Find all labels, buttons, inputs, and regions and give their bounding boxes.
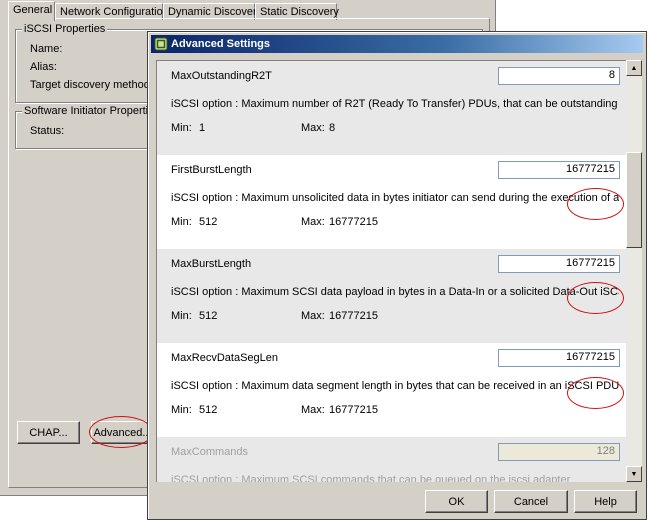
max-label: Max: — [301, 310, 325, 322]
max-recv-data-seg-len-input[interactable]: 16777215 — [498, 349, 620, 367]
iscsi-properties-title: iSCSI Properties — [22, 23, 108, 35]
min-value: 512 — [199, 216, 218, 228]
advanced-settings-dialog: Advanced Settings MaxOutstandingR2T 8 iS… — [147, 31, 647, 520]
setting-name: MaxCommands — [171, 446, 249, 458]
dialog-title: Advanced Settings — [171, 38, 271, 50]
min-label: Min: — [171, 122, 192, 134]
min-value: 512 — [199, 404, 218, 416]
min-label: Min: — [171, 404, 192, 416]
min-value: 1 — [199, 122, 206, 134]
help-button[interactable]: Help — [574, 490, 637, 513]
setting-max-recv-data-seg-len: MaxRecvDataSegLen 16777215 iSCSI option … — [157, 343, 626, 437]
max-burst-length-input[interactable]: 16777215 — [498, 255, 620, 273]
max-value: 16777215 — [329, 310, 378, 322]
setting-max-burst-length: MaxBurstLength 16777215 iSCSI option : M… — [157, 249, 626, 343]
max-value: 16777215 — [329, 216, 378, 228]
max-label: Max: — [301, 216, 325, 228]
settings-list: MaxOutstandingR2T 8 iSCSI option : Maxim… — [156, 60, 626, 482]
setting-description: iSCSI option : Maximum unsolicited data … — [171, 192, 619, 204]
setting-description: iSCSI option : Maximum SCSI commands tha… — [171, 474, 571, 482]
target-discovery-methods-label: Target discovery methods: — [30, 79, 159, 91]
setting-max-outstanding-r2t: MaxOutstandingR2T 8 iSCSI option : Maxim… — [157, 61, 626, 155]
scroll-up-arrow-icon[interactable]: ▲ — [626, 60, 642, 76]
tab-general[interactable]: General — [8, 1, 55, 21]
setting-description: iSCSI option : Maximum SCSI data payload… — [171, 286, 619, 298]
setting-name: MaxRecvDataSegLen — [171, 352, 279, 364]
max-label: Max: — [301, 404, 325, 416]
settings-app-icon — [154, 37, 168, 51]
min-label: Min: — [171, 310, 192, 322]
max-label: Max: — [301, 122, 325, 134]
status-label: Status: — [30, 125, 65, 137]
chap-button[interactable]: CHAP... — [17, 421, 80, 444]
software-initiator-title: Software Initiator Properties — [22, 105, 162, 117]
max-value: 8 — [329, 122, 336, 134]
min-value: 512 — [199, 310, 218, 322]
vertical-scrollbar[interactable]: ▲ ▼ — [626, 60, 642, 482]
max-outstanding-r2t-input[interactable]: 8 — [498, 67, 620, 85]
scrollbar-thumb[interactable] — [626, 152, 642, 248]
first-burst-length-input[interactable]: 16777215 — [498, 161, 620, 179]
ok-button[interactable]: OK — [425, 490, 488, 513]
setting-max-commands: MaxCommands 128 iSCSI option : Maximum S… — [157, 437, 626, 482]
setting-first-burst-length: FirstBurstLength 16777215 iSCSI option :… — [157, 155, 626, 249]
advanced-button[interactable]: Advanced... — [91, 421, 154, 444]
min-label: Min: — [171, 216, 192, 228]
setting-name: MaxBurstLength — [171, 258, 252, 270]
cancel-button[interactable]: Cancel — [494, 490, 568, 513]
setting-description: iSCSI option : Maximum number of R2T (Re… — [171, 98, 619, 110]
scroll-down-arrow-icon[interactable]: ▼ — [626, 466, 642, 482]
setting-name: FirstBurstLength — [171, 164, 252, 176]
setting-description: iSCSI option : Maximum data segment leng… — [171, 380, 619, 392]
setting-name: MaxOutstandingR2T — [171, 70, 272, 82]
max-commands-input[interactable]: 128 — [498, 443, 620, 461]
name-label: Name: — [30, 43, 63, 55]
dialog-titlebar[interactable]: Advanced Settings — [151, 35, 643, 53]
max-value: 16777215 — [329, 404, 378, 416]
alias-label: Alias: — [30, 61, 57, 73]
